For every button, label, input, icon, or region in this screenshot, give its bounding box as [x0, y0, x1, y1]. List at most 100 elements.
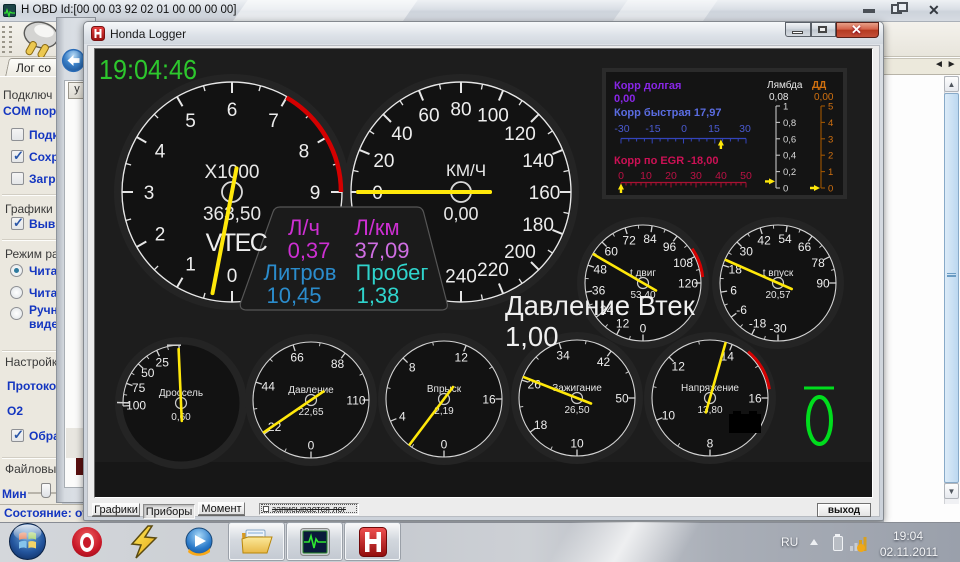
svg-text:30: 30 — [740, 245, 754, 259]
svg-text:10: 10 — [570, 436, 584, 450]
svg-text:96: 96 — [663, 240, 677, 254]
svg-text:0,4: 0,4 — [783, 151, 796, 162]
svg-text:160: 160 — [529, 183, 561, 204]
svg-text:Давление Втек: Давление Втек — [505, 290, 696, 321]
svg-text:54: 54 — [778, 232, 792, 246]
svg-text:30: 30 — [690, 170, 702, 182]
svg-text:108: 108 — [673, 256, 693, 270]
svg-text:5: 5 — [185, 111, 196, 132]
svg-text:110: 110 — [346, 393, 365, 407]
svg-text:40: 40 — [391, 124, 412, 145]
svg-text:78: 78 — [811, 256, 825, 270]
svg-text:10,45: 10,45 — [266, 283, 321, 308]
svg-text:10: 10 — [640, 170, 652, 182]
svg-text:50: 50 — [141, 366, 155, 380]
svg-text:220: 220 — [477, 260, 509, 281]
svg-text:1: 1 — [783, 102, 788, 113]
svg-text:1,00: 1,00 — [505, 321, 559, 352]
svg-text:0: 0 — [681, 123, 687, 135]
svg-text:ДД: ДД — [812, 80, 826, 91]
svg-text:2: 2 — [155, 224, 166, 245]
svg-text:0: 0 — [640, 321, 647, 335]
svg-text:-15: -15 — [645, 123, 660, 135]
svg-text:66: 66 — [798, 240, 812, 254]
svg-text:1: 1 — [828, 167, 833, 178]
svg-text:84: 84 — [643, 232, 657, 246]
svg-text:60: 60 — [418, 106, 439, 127]
svg-text:66: 66 — [290, 351, 304, 365]
svg-text:20,57: 20,57 — [765, 290, 790, 301]
svg-text:1: 1 — [185, 255, 196, 276]
svg-text:-18: -18 — [749, 316, 767, 330]
svg-text:8: 8 — [409, 361, 416, 375]
svg-text:50: 50 — [615, 391, 629, 405]
svg-text:0,00: 0,00 — [614, 93, 635, 105]
svg-text:200: 200 — [504, 242, 536, 263]
svg-text:15: 15 — [708, 123, 720, 135]
svg-text:42: 42 — [597, 355, 611, 369]
svg-text:12: 12 — [455, 351, 469, 365]
svg-text:0: 0 — [828, 184, 833, 195]
svg-text:90: 90 — [816, 276, 830, 290]
svg-text:10: 10 — [662, 409, 676, 423]
svg-text:VTEC: VTEC — [206, 229, 268, 257]
svg-text:25: 25 — [156, 356, 170, 370]
svg-text:5: 5 — [828, 102, 833, 113]
svg-text:140: 140 — [522, 151, 554, 172]
svg-text:0: 0 — [618, 170, 624, 182]
svg-text:44: 44 — [262, 379, 276, 393]
svg-text:9: 9 — [310, 183, 321, 204]
svg-text:80: 80 — [450, 99, 471, 120]
svg-text:20: 20 — [373, 151, 394, 172]
svg-text:120: 120 — [504, 124, 536, 145]
svg-text:42: 42 — [757, 234, 771, 248]
svg-text:0,00: 0,00 — [443, 204, 478, 224]
svg-text:Корр по EGR -18,00: Корр по EGR -18,00 — [614, 155, 718, 167]
svg-text:0: 0 — [441, 437, 448, 451]
svg-text:-30: -30 — [769, 321, 787, 335]
svg-text:20: 20 — [665, 170, 677, 182]
svg-text:18: 18 — [534, 418, 548, 432]
svg-text:16: 16 — [748, 391, 762, 405]
svg-text:0: 0 — [783, 184, 788, 195]
svg-text:Корр долгая: Корр долгая — [614, 80, 681, 92]
svg-text:7: 7 — [268, 111, 279, 132]
svg-text:363,50: 363,50 — [203, 204, 261, 225]
svg-text:8: 8 — [707, 436, 714, 450]
svg-text:3: 3 — [828, 134, 833, 145]
svg-text:6: 6 — [227, 100, 238, 121]
svg-text:1,38: 1,38 — [357, 283, 400, 308]
svg-text:Литров: Литров — [264, 260, 337, 285]
svg-text:72: 72 — [622, 234, 636, 248]
svg-text:-6: -6 — [736, 303, 747, 317]
svg-text:16: 16 — [482, 392, 496, 406]
svg-text:0,6: 0,6 — [783, 134, 796, 145]
svg-text:4: 4 — [828, 118, 833, 129]
svg-text:Л/км: Л/км — [354, 215, 399, 240]
svg-text:19:04:46: 19:04:46 — [99, 54, 197, 86]
svg-text:4: 4 — [155, 141, 166, 162]
svg-text:240: 240 — [445, 266, 477, 287]
svg-text:Л/ч: Л/ч — [288, 215, 320, 240]
svg-text:Пробег: Пробег — [356, 260, 429, 285]
svg-text:8: 8 — [299, 141, 310, 162]
svg-text:0,2: 0,2 — [783, 167, 796, 178]
svg-text:12: 12 — [672, 360, 686, 374]
svg-text:30: 30 — [739, 123, 751, 135]
svg-text:0: 0 — [308, 438, 315, 452]
svg-text:75: 75 — [132, 381, 146, 395]
svg-text:26,50: 26,50 — [564, 405, 589, 416]
svg-text:100: 100 — [126, 399, 146, 413]
svg-text:3: 3 — [144, 183, 155, 204]
svg-text:88: 88 — [331, 357, 345, 371]
svg-text:13,80: 13,80 — [697, 405, 722, 416]
svg-text:0: 0 — [227, 266, 238, 287]
svg-text:4: 4 — [399, 410, 406, 424]
svg-text:120: 120 — [678, 276, 698, 290]
svg-text:КМ/Ч: КМ/Ч — [446, 161, 486, 180]
svg-text:50: 50 — [740, 170, 752, 182]
svg-text:Лямбда: Лямбда — [767, 79, 803, 91]
svg-text:Корр быстрая 17,97: Корр быстрая 17,97 — [614, 107, 721, 119]
svg-text:60: 60 — [605, 245, 619, 259]
svg-text:48: 48 — [594, 262, 608, 276]
